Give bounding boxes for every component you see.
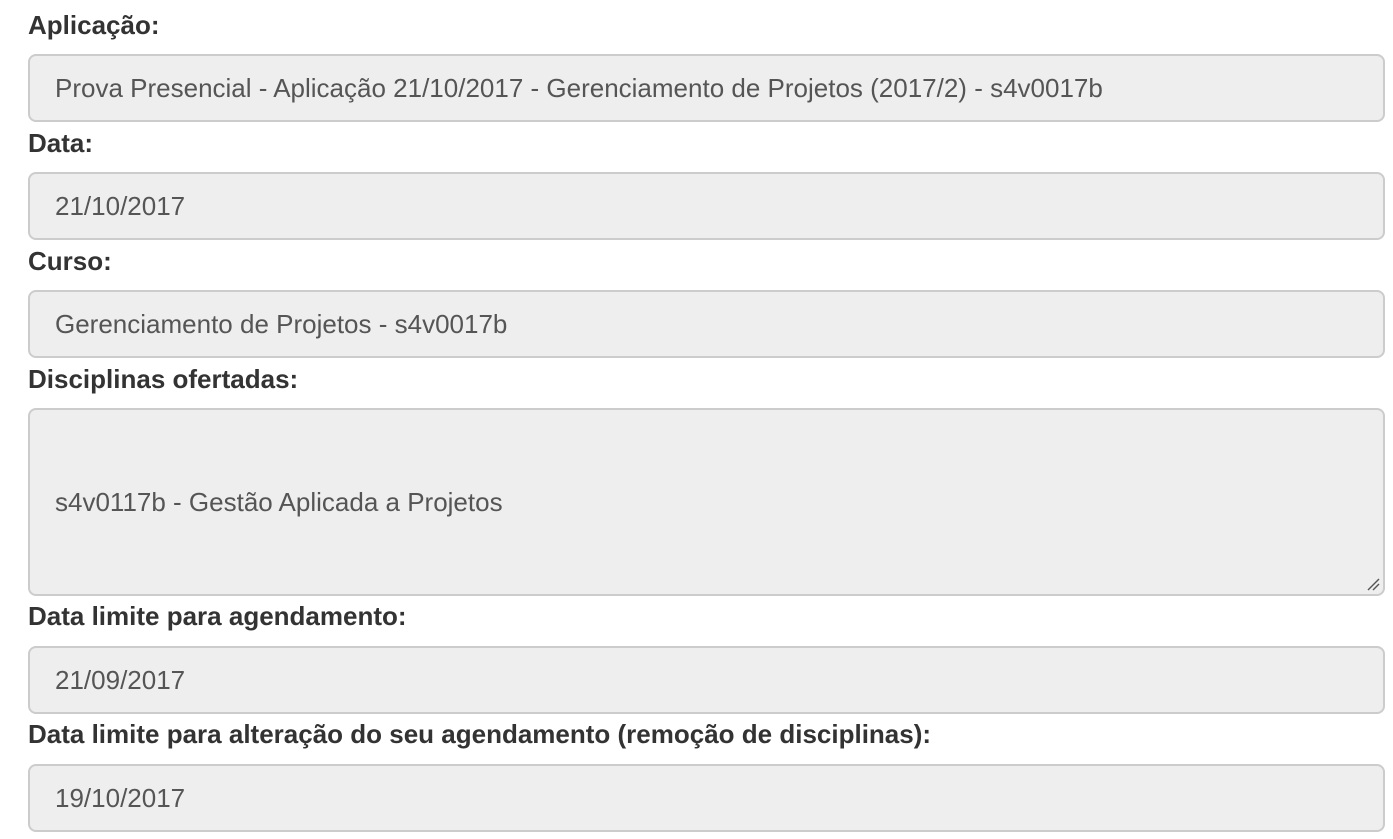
data-field[interactable]: 21/10/2017 bbox=[28, 172, 1385, 240]
curso-label: Curso: bbox=[28, 246, 112, 276]
disciplinas-textarea[interactable]: s4v0117b - Gestão Aplicada a Projetos bbox=[28, 408, 1385, 596]
disciplinas-label: Disciplinas ofertadas: bbox=[28, 364, 299, 394]
aplicacao-label: Aplicação: bbox=[28, 10, 160, 40]
data-limite-agendamento-label: Data limite para agendamento: bbox=[28, 601, 407, 631]
disciplinas-text: s4v0117b - Gestão Aplicada a Projetos bbox=[55, 486, 503, 517]
data-limite-alteracao-field[interactable]: 19/10/2017 bbox=[28, 764, 1385, 832]
data-label: Data: bbox=[28, 128, 94, 158]
resize-handle-icon[interactable] bbox=[1364, 575, 1380, 591]
data-limite-agendamento-field[interactable]: 21/09/2017 bbox=[28, 646, 1385, 714]
aplicacao-field[interactable]: Prova Presencial - Aplicação 21/10/2017 … bbox=[28, 54, 1385, 122]
curso-field[interactable]: Gerenciamento de Projetos - s4v0017b bbox=[28, 290, 1385, 358]
scheduling-form: Aplicação: Prova Presencial - Aplicação … bbox=[0, 0, 1393, 839]
data-limite-alteracao-label: Data limite para alteração do seu agenda… bbox=[28, 719, 932, 749]
